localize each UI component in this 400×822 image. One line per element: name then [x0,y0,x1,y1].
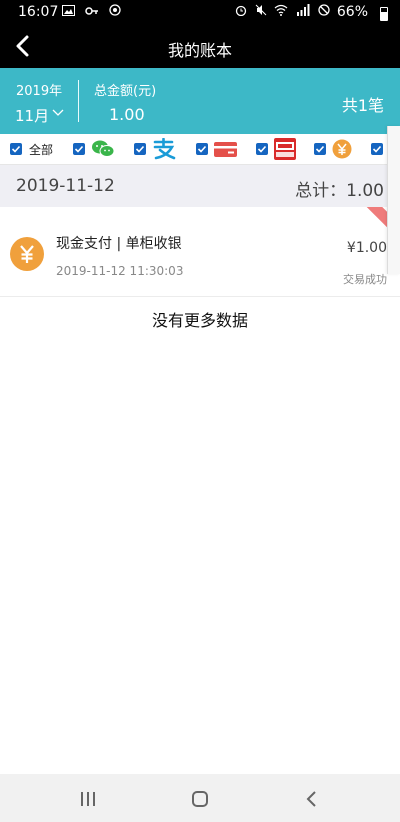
status-right-icons [235,4,330,19]
filter-all-checkbox[interactable] [10,143,22,155]
check-icon [257,145,267,153]
summary-panel: 2019年 11月 总金额(元) 1.00 共1笔 [0,68,400,134]
year-label[interactable]: 2019年 [16,80,62,99]
no-more-data-text: 没有更多数据 [151,311,248,330]
month-selector[interactable]: 11月 [15,105,49,126]
scrollbar-thumb[interactable] [387,126,400,274]
chevron-down-icon[interactable] [52,106,64,118]
cash-icon [332,139,352,159]
unionpay-icon [274,138,296,160]
check-icon [11,145,21,153]
total-amount-value: 1.00 [109,105,145,124]
filter-unionpay-checkbox[interactable] [256,143,268,155]
image-icon [62,5,75,16]
page-title: 我的账本 [167,41,232,60]
title-bar: 我的账本 [0,26,400,68]
check-icon [74,145,84,153]
battery-icon [380,7,388,21]
filter-member-checkbox[interactable] [371,143,383,155]
circle-icon [109,4,121,16]
system-nav-bar [0,774,400,822]
wifi-icon [274,4,288,16]
transaction-count: 共1笔 [341,96,384,115]
transaction-amount: ¥1.00 [346,240,387,256]
check-icon [315,145,325,153]
group-date: 2019-11-12 [16,176,115,196]
wechat-icon [92,140,115,157]
filter-wechat-checkbox[interactable] [73,143,85,155]
total-amount-label: 总金额(元) [94,84,157,99]
filter-all-label: 全部 [29,143,54,157]
alipay-icon [153,138,176,160]
transaction-item[interactable]: 现金支付 | 单柜收银 2019-11-12 11:30:03 ¥1.00 交易… [0,207,400,297]
status-left-icons [62,4,121,19]
home-button[interactable] [187,786,213,812]
battery-level: 66% [336,4,368,20]
cash-icon [10,237,44,271]
home-icon [192,791,208,807]
bank-card-icon [214,142,237,157]
check-icon [197,145,207,153]
signal-icon [297,4,310,16]
transaction-status: 交易成功 [343,273,387,286]
transaction-time: 2019-11-12 11:30:03 [56,264,184,278]
filter-cash-checkbox[interactable] [314,143,326,155]
status-bar: 16:07 66% [0,0,400,26]
payment-filter-bar: 全部 [0,134,400,165]
mute-icon [255,4,266,16]
alarm-icon [235,5,246,17]
recent-apps-button[interactable] [75,786,101,812]
filter-alipay-checkbox[interactable] [134,143,146,155]
back-icon [306,791,316,807]
key-icon [85,7,98,15]
transaction-title: 现金支付 | 单柜收银 [56,236,182,252]
status-time: 16:07 [18,4,59,20]
check-icon [372,145,382,153]
recent-apps-icon [81,792,95,806]
filter-card-checkbox[interactable] [196,143,208,155]
system-back-button[interactable] [299,786,325,812]
group-total: 总计：1.00 [295,181,384,201]
date-group-header: 2019-11-12 总计：1.00 [0,165,400,207]
check-icon [135,145,145,153]
summary-divider [78,80,79,122]
block-icon [318,4,330,16]
